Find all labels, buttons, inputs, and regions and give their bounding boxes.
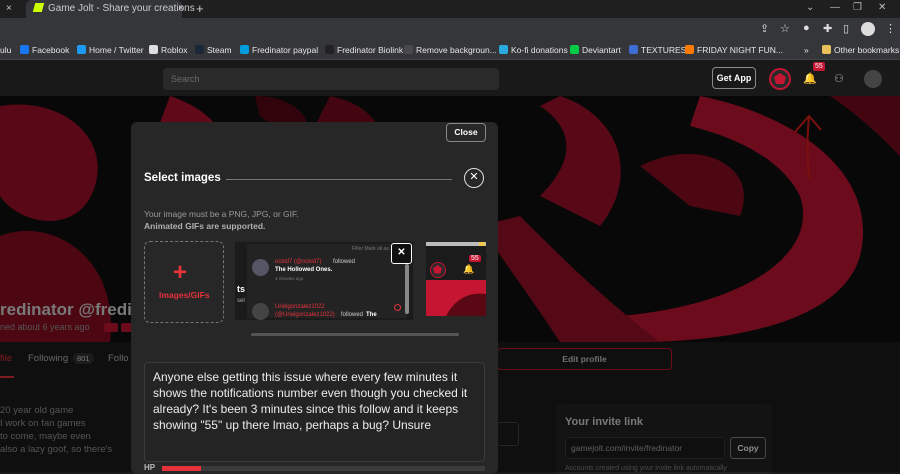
bookmark-favicon-icon [149, 45, 158, 54]
bookmark-favicon-icon [77, 45, 86, 54]
thumb-edge [479, 242, 485, 246]
bookmark-favicon-icon [685, 45, 694, 54]
bookmark-item[interactable]: Steam [195, 43, 232, 57]
thumb-notification-badge: 55 [469, 255, 481, 262]
notification-badge: 55 [813, 62, 825, 71]
bookmark-label: Steam [207, 45, 232, 55]
puzzle-icon[interactable]: ✚ [823, 22, 832, 35]
bookmark-item[interactable]: FRIDAY NIGHT FUN... [685, 43, 783, 57]
bookmark-label: Roblox [161, 45, 188, 55]
plus-icon: + [173, 259, 188, 286]
bookmark-item[interactable]: Remove backgroun... [404, 43, 497, 57]
thumb-notification-panel [247, 244, 407, 318]
remove-image-icon[interactable]: ✕ [391, 243, 412, 264]
friends-icon[interactable]: ⚇ [834, 72, 844, 85]
bookmark-label: Remove backgroun... [416, 45, 497, 55]
thumb-n1-user: ockid7 (@ockid7) [275, 259, 322, 265]
unread-dot-icon [394, 304, 401, 311]
folder-icon [822, 45, 831, 54]
close-window-icon[interactable]: ✕ [878, 0, 886, 16]
thumb-n1-target: The Hollowed Ones. [275, 267, 333, 273]
thumb-n2-user: Urielgonzalez1022 [275, 304, 325, 310]
bookmark-favicon-icon [20, 45, 29, 54]
thumb-n2-handle: (@Urielgonzalez1022) [275, 312, 335, 318]
bookmark-item[interactable]: TEXTURES [629, 43, 686, 57]
bookmark-label: Ko-fi donations [511, 45, 568, 55]
tab-close-icon[interactable]: × [6, 3, 12, 14]
thumb-n2-action: followed [341, 312, 364, 318]
gif-hint: Animated GIFs are supported. [144, 221, 266, 231]
bookmark-item[interactable]: Home / Twitter [77, 43, 144, 57]
search-input[interactable]: Search [163, 68, 499, 90]
thumb-scrollbar [405, 264, 409, 314]
thumb-filter: Filter Mark all as [352, 246, 389, 252]
bookmark-favicon-icon [629, 45, 638, 54]
chevron-down-icon[interactable]: ⌄ [806, 0, 814, 16]
thumb-n1-time: 4 minutes ago [275, 276, 304, 281]
bookmark-star-icon[interactable]: ☆ [780, 22, 790, 35]
tab-gamejolt[interactable]: Game Jolt - Share your creations [26, 0, 195, 18]
thumb-badge-icon [430, 262, 446, 278]
get-app-button[interactable]: Get App [712, 67, 756, 89]
bookmark-favicon-icon [240, 45, 249, 54]
bookmarks-overflow-icon[interactable]: » [804, 43, 809, 57]
maximize-icon[interactable]: ❐ [853, 0, 862, 16]
modal-title: Select images [144, 172, 221, 184]
bookmark-favicon-icon [570, 45, 579, 54]
post-text-area[interactable]: Anyone else getting this issue where eve… [144, 362, 485, 462]
bookmark-item[interactable]: Roblox [149, 43, 187, 57]
format-hint: Your image must be a PNG, JPG, or GIF. [144, 209, 299, 219]
bookmark-favicon-icon [499, 45, 508, 54]
image-thumbnail[interactable] [426, 242, 486, 316]
sidebar-icon[interactable]: ▯ [843, 22, 849, 35]
bookmark-label: Fredinator Biolink [337, 45, 404, 55]
tab-partial[interactable]: × [6, 0, 26, 18]
bookmark-item[interactable]: Fredinator paypal [240, 43, 318, 57]
thumb-side-text: ts [237, 284, 246, 294]
thumb-avatar [252, 259, 269, 276]
new-tab-button[interactable]: + [196, 0, 204, 18]
bookmark-item[interactable]: Ko-fi donations [499, 43, 568, 57]
thumb-avatar [252, 303, 269, 320]
bookmark-label: FRIDAY NIGHT FUN... [697, 45, 783, 55]
bookmark-item[interactable]: Facebook [20, 43, 69, 57]
hp-bar [162, 466, 485, 471]
tab-close-icon[interactable]: × [178, 0, 188, 18]
bookmark-favicon-icon [325, 45, 334, 54]
close-icon[interactable]: ✕ [464, 168, 484, 188]
thumb-n2-target: The [366, 312, 377, 318]
avatar[interactable] [864, 70, 882, 88]
tab-title: Game Jolt - Share your creations [48, 3, 195, 14]
thumb-bell-icon: 🔔 [463, 264, 475, 274]
thumbnails-scrollbar[interactable] [251, 333, 459, 336]
gamejolt-favicon-icon [32, 3, 45, 12]
add-images-label: Images/GIFs [159, 290, 210, 300]
bookmark-item[interactable]: Deviantart [570, 43, 621, 57]
bookmark-label: Fredinator paypal [252, 45, 319, 55]
user-badge-icon[interactable] [769, 68, 791, 90]
extension-icon[interactable]: ● [803, 22, 810, 34]
profile-avatar-icon[interactable] [861, 22, 875, 36]
bookmark-item[interactable]: ulu [0, 43, 11, 57]
bookmark-label: TEXTURES [641, 45, 687, 55]
thumb-n1-action: followed [333, 259, 356, 265]
bookmark-item[interactable]: Fredinator Biolink [325, 43, 403, 57]
title-divider [226, 179, 452, 180]
close-button[interactable]: Close [446, 123, 486, 142]
bookmark-label: Facebook [32, 45, 70, 55]
bell-icon[interactable]: 🔔 [803, 72, 817, 85]
bookmark-label: Home / Twitter [89, 45, 144, 55]
hp-bar-fill [162, 466, 201, 471]
hp-label: HP [144, 463, 156, 472]
bookmark-favicon-icon [195, 45, 204, 54]
bookmark-label: Deviantart [582, 45, 621, 55]
bookmark-label: ulu [0, 45, 12, 55]
thumb2-art [426, 242, 486, 316]
share-icon[interactable]: ⇪ [760, 22, 769, 35]
other-bookmarks[interactable]: Other bookmarks [822, 43, 899, 57]
thumb-side-text-2: ser [237, 298, 246, 304]
minimize-icon[interactable]: — [830, 0, 840, 16]
bookmark-favicon-icon [404, 45, 413, 54]
menu-kebab-icon[interactable]: ⋮ [885, 22, 896, 35]
